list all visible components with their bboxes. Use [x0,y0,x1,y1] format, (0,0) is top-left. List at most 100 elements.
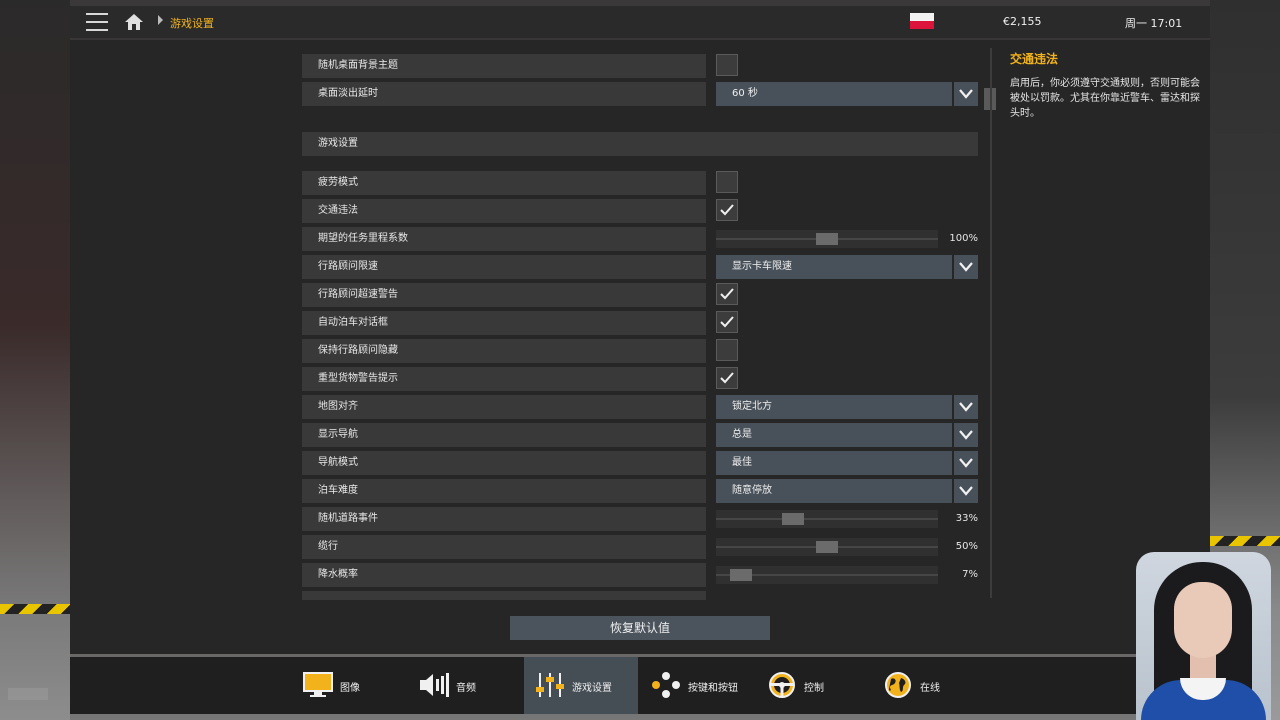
setting-label: 桌面淡出延时 [302,82,706,106]
dropdown-value: 随意停放 [716,479,952,503]
chevron-down-icon[interactable] [954,395,978,419]
slider-thumb[interactable] [816,541,838,553]
tab-speaker[interactable]: 音频 [408,657,522,714]
gamepad-buttons-icon [650,671,682,699]
setting-slider[interactable]: 100% [716,227,978,251]
settings-panel: 随机桌面背景主题 桌面淡出延时 60 秒游戏设置 疲劳模式 交通违法 期望的任务里程系数 1… [70,40,1210,654]
setting-dropdown[interactable]: 随意停放 [716,479,978,503]
setting-label: 随机道路事件 [302,507,706,531]
setting-label: 重型货物警告提示 [302,367,706,391]
setting-dropdown[interactable]: 最佳 [716,451,978,475]
webcam-overlay [1136,552,1271,720]
dropdown-value: 锁定北方 [716,395,952,419]
reset-defaults-button[interactable]: 恢复默认值 [510,616,770,640]
setting-row: 行路顾问限速 显示卡车限速 [302,255,978,279]
slider-track [716,538,938,556]
setting-label [302,591,706,600]
dropdown-value: 显示卡车限速 [716,255,952,279]
slider-value: 50% [955,541,978,552]
setting-row: 桌面淡出延时 60 秒 [302,82,978,106]
setting-dropdown[interactable]: 显示卡车限速 [716,255,978,279]
chevron-down-icon[interactable] [954,423,978,447]
slider-thumb[interactable] [730,569,752,581]
tab-globe[interactable]: 在线 [872,657,986,714]
webcam-face [1174,582,1232,658]
watermark [8,688,48,700]
setting-dropdown[interactable]: 60 秒 [716,82,978,106]
hazard-stripe-left [0,604,70,614]
slider-track [716,510,938,528]
setting-row: 期望的任务里程系数 100% [302,227,978,251]
chevron-down-icon[interactable] [954,451,978,475]
breadcrumb[interactable]: 游戏设置 [170,15,214,31]
setting-label: 泊车难度 [302,479,706,503]
chevron-down-icon[interactable] [954,479,978,503]
chevron-down-icon[interactable] [954,255,978,279]
setting-label: 缆行 [302,535,706,559]
hamburger-menu-icon[interactable] [86,13,108,31]
setting-row: 疲劳模式 [302,171,978,195]
setting-checkbox[interactable] [716,367,738,389]
setting-row: 降水概率 7% [302,563,978,587]
help-text: 启用后，你必须遵守交通规则，否则可能会被处以罚款。尤其在你靠近警车、雷达和探头时… [1010,78,1200,119]
top-bar: 游戏设置 €2,155 周一 17:01 [70,6,1210,38]
tab-monitor[interactable]: 图像 [292,657,406,714]
setting-checkbox[interactable] [716,283,738,305]
setting-row: 重型货物警告提示 [302,367,978,391]
hazard-stripe-right [1210,536,1280,546]
slider-thumb[interactable] [816,233,838,245]
steering-wheel-icon [766,671,798,699]
home-icon[interactable] [124,12,144,32]
setting-slider[interactable]: 7% [716,563,978,587]
divider [990,48,992,598]
chevron-down-icon[interactable] [954,82,978,106]
dropdown-value: 最佳 [716,451,952,475]
setting-label: 地图对齐 [302,395,706,419]
setting-checkbox[interactable] [716,339,738,361]
slider-rail [716,518,938,520]
setting-row: 自动泊车对话框 [302,311,978,335]
tab-label: 图像 [340,683,360,694]
tab-label: 控制 [804,683,824,694]
setting-slider[interactable]: 33% [716,507,978,531]
setting-checkbox[interactable] [716,199,738,221]
slider-thumb[interactable] [782,513,804,525]
globe-icon [882,671,914,699]
setting-checkbox[interactable] [716,311,738,333]
monitor-icon [302,671,334,699]
flag-icon [910,13,934,29]
slider-value: 100% [949,233,978,244]
setting-row-partial [302,591,978,600]
speaker-icon [418,671,450,699]
setting-row: 行路顾问超速警告 [302,283,978,307]
setting-row: 保持行路顾问隐藏 [302,339,978,363]
setting-label: 导航模式 [302,451,706,475]
tab-steering-wheel[interactable]: 控制 [756,657,870,714]
money-display: €2,155 [1003,15,1042,28]
setting-slider[interactable]: 50% [716,535,978,559]
setting-dropdown[interactable]: 锁定北方 [716,395,978,419]
setting-label: 疲劳模式 [302,171,706,195]
tab-label: 在线 [920,683,940,694]
setting-row: 随机道路事件 33% [302,507,978,531]
tab-gamepad-buttons[interactable]: 按键和按钮 [640,657,754,714]
setting-dropdown[interactable]: 总是 [716,423,978,447]
sliders-icon [534,671,566,699]
setting-label: 行路顾问限速 [302,255,706,279]
tab-sliders[interactable]: 游戏设置 [524,657,638,714]
setting-checkbox[interactable] [716,171,738,193]
slider-track [716,230,938,248]
slider-track [716,566,938,584]
setting-checkbox[interactable] [716,54,738,76]
section-header: 游戏设置 [302,132,978,156]
setting-label: 行路顾问超速警告 [302,283,706,307]
tab-label: 按键和按钮 [688,683,738,694]
setting-row: 地图对齐 锁定北方 [302,395,978,419]
setting-label: 随机桌面背景主题 [302,54,706,78]
dropdown-value: 总是 [716,423,952,447]
setting-row: 显示导航 总是 [302,423,978,447]
dropdown-value: 60 秒 [716,82,952,106]
setting-row: 泊车难度 随意停放 [302,479,978,503]
slider-value: 33% [955,513,978,524]
setting-label: 降水概率 [302,563,706,587]
